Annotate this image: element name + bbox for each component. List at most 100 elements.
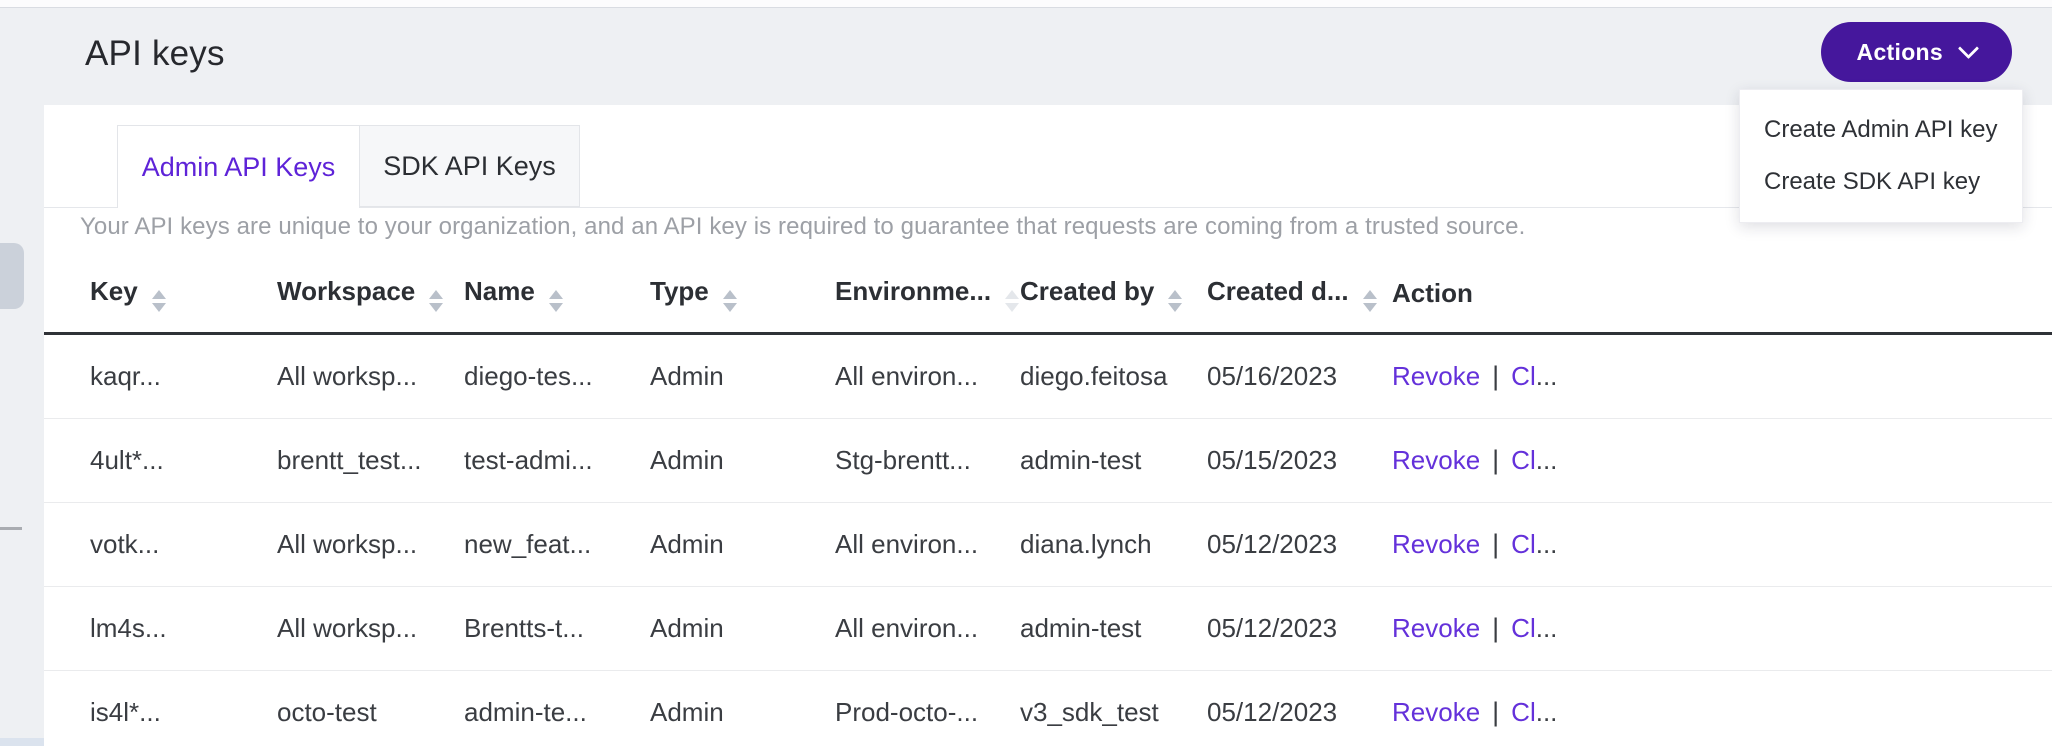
column-header-workspace[interactable]: Workspace bbox=[277, 255, 464, 334]
action-cell: Revoke | Cl... bbox=[1392, 587, 2052, 671]
environment-cell: Prod-octo-... bbox=[835, 671, 1020, 746]
workspace-cell: All worksp... bbox=[277, 587, 464, 671]
type-cell: Admin bbox=[650, 334, 835, 419]
action-divider: | bbox=[1492, 445, 1499, 475]
revoke-link[interactable]: Revoke bbox=[1392, 613, 1480, 643]
menu-item-create-sdk-api-key[interactable]: Create SDK API key bbox=[1740, 156, 2022, 208]
workspace-cell: All worksp... bbox=[277, 503, 464, 587]
tab-admin-api-keys-label: Admin API Keys bbox=[142, 152, 336, 183]
type-cell: Admin bbox=[650, 671, 835, 746]
menu-item-create-admin-api-key[interactable]: Create Admin API key bbox=[1740, 104, 2022, 156]
action-cell: Revoke | Cl... bbox=[1392, 671, 2052, 746]
key-cell: votk... bbox=[44, 503, 277, 587]
column-header-type-label: Type bbox=[650, 276, 709, 306]
workspace-cell: octo-test bbox=[277, 671, 464, 746]
name-cell: diego-tes... bbox=[464, 334, 650, 419]
chevron-down-icon bbox=[1958, 37, 1979, 58]
sort-icon bbox=[429, 290, 443, 312]
api-keys-screen: API keys Actions Admin API Keys SDK API … bbox=[0, 0, 2052, 746]
truncation-ellipsis: ... bbox=[1536, 361, 1558, 391]
key-cell: is4l*... bbox=[44, 671, 277, 746]
revoke-link[interactable]: Revoke bbox=[1392, 529, 1480, 559]
name-cell: admin-te... bbox=[464, 671, 650, 746]
workspace-cell: All worksp... bbox=[277, 334, 464, 419]
table-row: votk... All worksp... new_feat... Admin … bbox=[44, 503, 2052, 587]
bottom-edge-strip bbox=[0, 738, 45, 746]
action-divider: | bbox=[1492, 361, 1499, 391]
created-date-cell: 05/12/2023 bbox=[1207, 671, 1392, 746]
column-header-name[interactable]: Name bbox=[464, 255, 650, 334]
column-header-action: Action bbox=[1392, 255, 2052, 334]
column-header-key-label: Key bbox=[90, 276, 138, 306]
created-date-cell: 05/12/2023 bbox=[1207, 587, 1392, 671]
environment-cell: All environ... bbox=[835, 334, 1020, 419]
sort-icon bbox=[1363, 290, 1377, 312]
scrollbar-thumb[interactable] bbox=[0, 243, 24, 309]
revoke-link[interactable]: Revoke bbox=[1392, 445, 1480, 475]
divider-handle bbox=[0, 527, 22, 530]
environment-cell: All environ... bbox=[835, 587, 1020, 671]
clone-link[interactable]: Cl bbox=[1511, 361, 1536, 391]
column-header-created-by[interactable]: Created by bbox=[1020, 255, 1207, 334]
environment-cell: All environ... bbox=[835, 503, 1020, 587]
column-header-key[interactable]: Key bbox=[44, 255, 277, 334]
action-divider: | bbox=[1492, 613, 1499, 643]
actions-dropdown-menu: Create Admin API key Create SDK API key bbox=[1739, 89, 2023, 223]
column-header-environment-label: Environme... bbox=[835, 276, 991, 306]
column-header-type[interactable]: Type bbox=[650, 255, 835, 334]
page-title: API keys bbox=[85, 34, 225, 74]
actions-button[interactable]: Actions bbox=[1821, 22, 2012, 82]
sort-icon bbox=[152, 290, 166, 312]
tab-sdk-api-keys[interactable]: SDK API Keys bbox=[360, 125, 580, 207]
environment-cell: Stg-brentt... bbox=[835, 419, 1020, 503]
type-cell: Admin bbox=[650, 587, 835, 671]
key-cell: 4ult*... bbox=[44, 419, 277, 503]
top-edge-strip bbox=[0, 0, 2052, 8]
column-header-created-date-label: Created d... bbox=[1207, 276, 1349, 306]
column-header-environment[interactable]: Environme... bbox=[835, 255, 1020, 334]
actions-button-label: Actions bbox=[1857, 39, 1943, 66]
clone-link[interactable]: Cl bbox=[1511, 613, 1536, 643]
action-divider: | bbox=[1492, 697, 1499, 727]
truncation-ellipsis: ... bbox=[1536, 529, 1558, 559]
sort-icon bbox=[549, 290, 563, 312]
key-cell: lm4s... bbox=[44, 587, 277, 671]
column-header-created-date[interactable]: Created d... bbox=[1207, 255, 1392, 334]
truncation-ellipsis: ... bbox=[1536, 445, 1558, 475]
type-cell: Admin bbox=[650, 503, 835, 587]
table-row: lm4s... All worksp... Brentts-t... Admin… bbox=[44, 587, 2052, 671]
tab-sdk-api-keys-label: SDK API Keys bbox=[383, 151, 556, 182]
revoke-link[interactable]: Revoke bbox=[1392, 697, 1480, 727]
created-date-cell: 05/15/2023 bbox=[1207, 419, 1392, 503]
created-by-cell: v3_sdk_test bbox=[1020, 671, 1207, 746]
sort-icon bbox=[723, 290, 737, 312]
description-text: Your API keys are unique to your organiz… bbox=[80, 213, 1525, 241]
column-header-name-label: Name bbox=[464, 276, 535, 306]
table-row: kaqr... All worksp... diego-tes... Admin… bbox=[44, 334, 2052, 419]
workspace-cell: brentt_test... bbox=[277, 419, 464, 503]
clone-link[interactable]: Cl bbox=[1511, 445, 1536, 475]
table-header-row: Key Workspace Name Type Environme... bbox=[44, 255, 2052, 334]
table-row: 4ult*... brentt_test... test-admi... Adm… bbox=[44, 419, 2052, 503]
column-header-workspace-label: Workspace bbox=[277, 276, 415, 306]
created-date-cell: 05/16/2023 bbox=[1207, 334, 1392, 419]
column-header-action-label: Action bbox=[1392, 278, 1473, 308]
clone-link[interactable]: Cl bbox=[1511, 697, 1536, 727]
clone-link[interactable]: Cl bbox=[1511, 529, 1536, 559]
created-by-cell: diana.lynch bbox=[1020, 503, 1207, 587]
key-cell: kaqr... bbox=[44, 334, 277, 419]
column-header-created-by-label: Created by bbox=[1020, 276, 1154, 306]
revoke-link[interactable]: Revoke bbox=[1392, 361, 1480, 391]
sort-icon bbox=[1168, 290, 1182, 312]
truncation-ellipsis: ... bbox=[1536, 613, 1558, 643]
api-keys-table: Key Workspace Name Type Environme... bbox=[44, 255, 2052, 746]
tab-admin-api-keys[interactable]: Admin API Keys bbox=[117, 125, 360, 208]
action-cell: Revoke | Cl... bbox=[1392, 419, 2052, 503]
created-by-cell: admin-test bbox=[1020, 587, 1207, 671]
name-cell: new_feat... bbox=[464, 503, 650, 587]
truncation-ellipsis: ... bbox=[1536, 697, 1558, 727]
tab-bar: Admin API Keys SDK API Keys bbox=[117, 125, 580, 207]
name-cell: test-admi... bbox=[464, 419, 650, 503]
sort-icon bbox=[1005, 290, 1019, 312]
action-cell: Revoke | Cl... bbox=[1392, 334, 2052, 419]
